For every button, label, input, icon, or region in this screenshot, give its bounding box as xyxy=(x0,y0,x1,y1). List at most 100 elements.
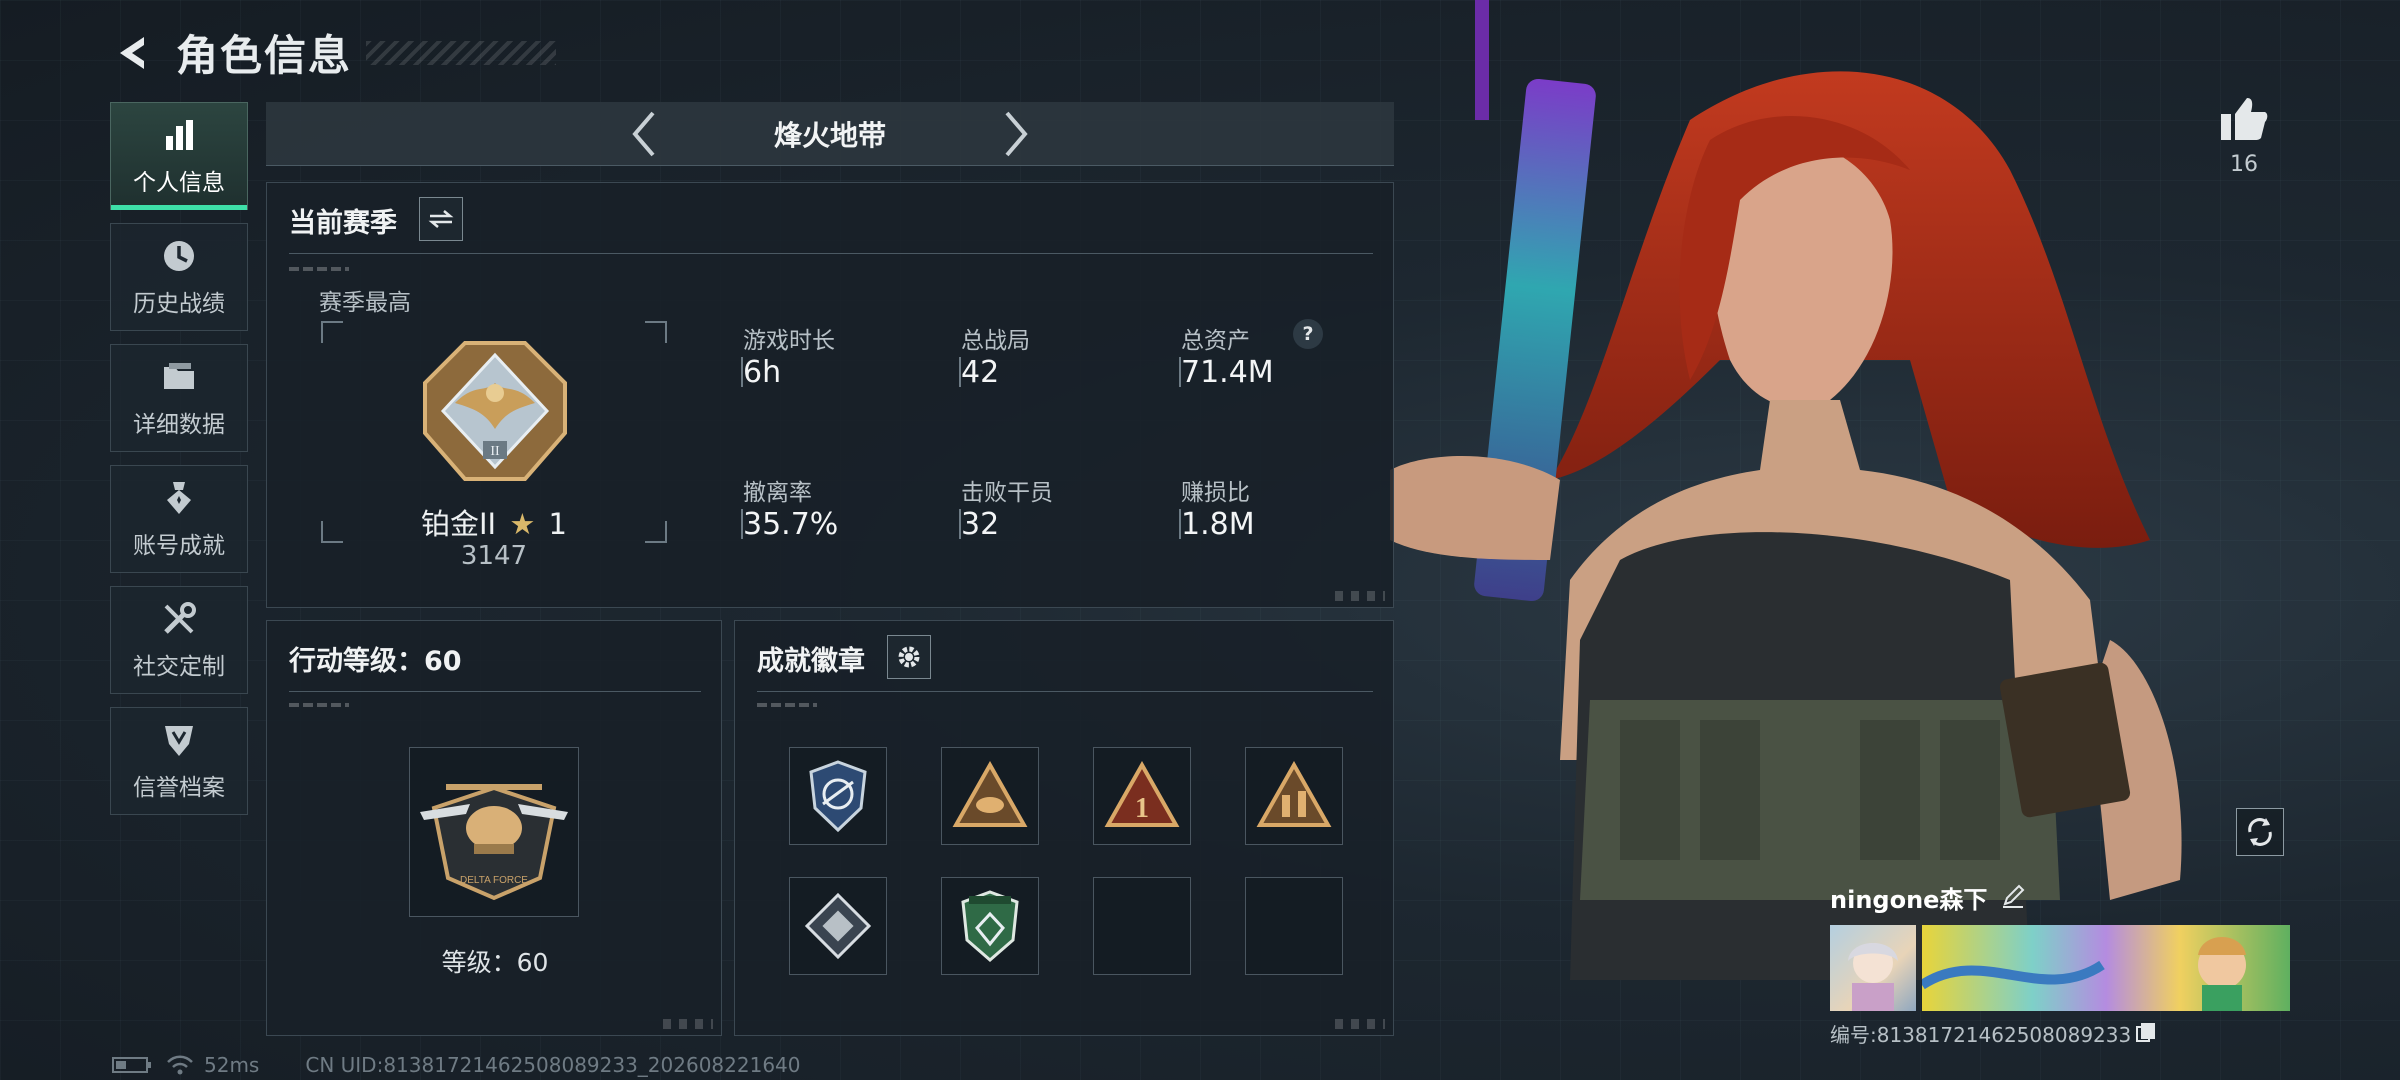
copy-id-button[interactable] xyxy=(2135,1021,2157,1047)
triangle-helmet-badge-icon xyxy=(952,761,1028,827)
badge-slot[interactable]: 1 xyxy=(1093,747,1191,845)
player-id: 编号:8138172146250808923​3 xyxy=(1830,1023,2132,1047)
helicopter-badge-icon: DELTA FORCE xyxy=(420,784,568,901)
mode-selector: 烽火地带 xyxy=(266,102,1394,166)
page-title: 角色信息 xyxy=(176,31,353,80)
stat-value: 6h xyxy=(743,355,782,390)
stat-value: 1.8M xyxy=(1181,507,1255,542)
like-count: 16 xyxy=(2230,152,2258,177)
player-banner[interactable] xyxy=(1830,925,2290,1011)
back-arrow-icon xyxy=(120,36,144,69)
empty-badge-slot[interactable] xyxy=(1093,877,1191,975)
sidebar-item-personal-info[interactable]: 个人信息 xyxy=(110,102,248,210)
divider xyxy=(757,691,1373,692)
player-banner-image xyxy=(1922,925,2290,1011)
sidebar-item-label: 历史战绩 xyxy=(133,291,225,317)
stat-value: 32 xyxy=(961,507,1000,542)
rank-stars: 1 xyxy=(548,507,567,541)
stat-label: 撤离率 xyxy=(743,480,812,506)
switch-season-button[interactable] xyxy=(419,197,463,241)
triangle-number-one-badge-icon: 1 xyxy=(1104,761,1180,827)
back-button[interactable] xyxy=(110,29,158,77)
divider-decoration xyxy=(289,703,349,707)
status-bar: 52ms CN UID:8138172146250808923​3_202608… xyxy=(112,1052,801,1078)
badge-settings-button[interactable] xyxy=(887,635,931,679)
achievement-badges-panel: 成就徽章 1 xyxy=(734,620,1394,1036)
sidebar-item-label: 社交定制 xyxy=(133,654,225,680)
svg-text:DELTA FORCE: DELTA FORCE xyxy=(460,875,528,886)
sidebar-item-match-history[interactable]: 历史战绩 xyxy=(110,223,248,331)
sidebar-item-label: 信誉档案 xyxy=(133,775,225,801)
badge-slot[interactable] xyxy=(789,747,887,845)
stat-label: 击败干员 xyxy=(961,480,1053,506)
badge-slot[interactable] xyxy=(789,877,887,975)
divider xyxy=(289,253,1373,254)
pencil-icon xyxy=(2003,884,2025,908)
season-panel: 当前赛季 赛季最高 II 铂金II ★ 1 3147 游戏时长 6h 总战局 4… xyxy=(266,182,1394,608)
platinum-rank-emblem: II xyxy=(423,341,567,481)
battery-icon xyxy=(112,1057,151,1073)
ping-text: 52ms xyxy=(204,1053,260,1077)
triangle-soldiers-badge-icon xyxy=(1256,761,1332,827)
player-card: ningone森下 编号:8138172146250808923​3 xyxy=(1830,880,2290,1048)
badge-slot[interactable] xyxy=(941,747,1039,845)
thumbs-up-icon xyxy=(2221,98,2268,140)
like-button[interactable] xyxy=(2214,96,2274,146)
sidebar-item-label: 账号成就 xyxy=(133,533,225,559)
wifi-icon xyxy=(167,1055,193,1075)
title-decoration xyxy=(366,40,557,65)
chevron-left-icon xyxy=(632,111,655,156)
gear-icon xyxy=(898,646,920,668)
sidebar-item-detailed-data[interactable]: 详细数据 xyxy=(110,344,248,452)
refresh-icon xyxy=(2248,818,2272,846)
swap-icon xyxy=(428,210,454,228)
green-shield-badge-icon xyxy=(961,890,1019,962)
season-title: 当前赛季 xyxy=(289,208,397,239)
rank-name-row: 铂金II ★ 1 xyxy=(321,501,667,543)
action-level-panel: 行动等级：60 DELTA FORCE 等级：60 xyxy=(266,620,722,1036)
prev-mode-button[interactable] xyxy=(624,106,664,162)
sidebar: 个人信息 历史战绩 详细数据 账号成就 社交定制 信誉档案 xyxy=(110,102,248,828)
divider xyxy=(289,691,701,692)
stat-label: 总资产 xyxy=(1181,328,1250,354)
action-level-badge-frame: DELTA FORCE xyxy=(409,747,579,917)
svg-text:II: II xyxy=(490,444,500,459)
diamond-silver-badge-icon xyxy=(804,892,872,960)
mode-name: 烽火地带 xyxy=(773,118,886,152)
bar-chart-icon xyxy=(159,115,199,155)
stat-value: 42 xyxy=(961,355,1000,390)
stat-label: 赚损比 xyxy=(1181,480,1250,506)
badge-slot[interactable] xyxy=(1245,747,1343,845)
blue-shield-badge-icon xyxy=(809,760,867,833)
next-mode-button[interactable] xyxy=(996,106,1036,162)
sidebar-item-label: 个人信息 xyxy=(133,170,225,196)
help-button[interactable]: ? xyxy=(1293,319,1323,349)
stat-label: 总战局 xyxy=(961,328,1030,354)
shield-icon xyxy=(159,720,199,760)
folder-icon xyxy=(159,357,199,397)
svg-text:1: 1 xyxy=(1135,793,1149,824)
empty-badge-slot[interactable] xyxy=(1245,877,1343,975)
rank-name: 铂金II xyxy=(421,507,497,541)
star-icon: ★ xyxy=(509,507,536,541)
rotate-view-button[interactable] xyxy=(2236,808,2284,856)
like-widget: 16 xyxy=(2214,96,2274,177)
edit-name-button[interactable] xyxy=(2001,884,2025,912)
copy-icon xyxy=(2136,1022,2156,1042)
season-best-label: 赛季最高 xyxy=(319,290,411,316)
sidebar-item-achievements[interactable]: 账号成就 xyxy=(110,465,248,573)
stat-value: 71.4M xyxy=(1181,355,1274,390)
chevron-right-icon xyxy=(1005,111,1028,156)
sidebar-item-social-custom[interactable]: 社交定制 xyxy=(110,586,248,694)
clock-icon xyxy=(159,236,199,276)
sidebar-item-label: 详细数据 xyxy=(133,412,225,438)
uid-text: CN UID:8138172146250808923​3_20260822164… xyxy=(305,1053,801,1077)
stat-value: 35.7% xyxy=(743,507,839,542)
tools-icon xyxy=(159,599,199,639)
rank-score: 3147 xyxy=(460,541,528,571)
player-name: ningone森下 xyxy=(1830,886,1988,914)
sidebar-item-credit-file[interactable]: 信誉档案 xyxy=(110,707,248,815)
player-name-row: ningone森下 xyxy=(1830,880,2290,915)
badge-slot[interactable] xyxy=(941,877,1039,975)
player-avatar[interactable] xyxy=(1830,925,1916,1011)
